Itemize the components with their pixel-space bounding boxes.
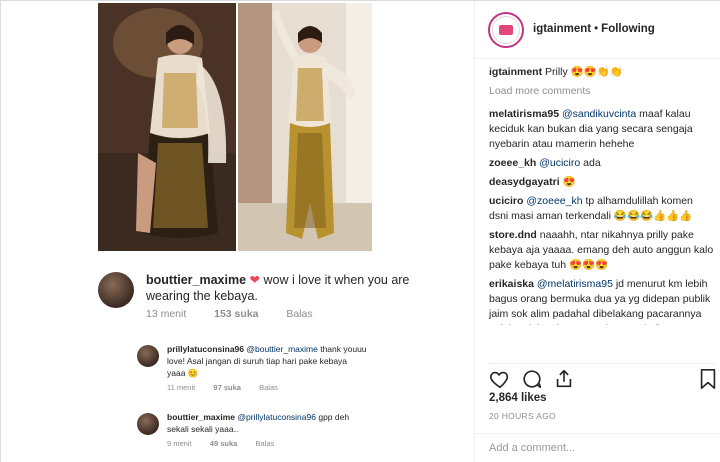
avatar[interactable] bbox=[98, 272, 134, 308]
embedded-main-comment: bouttier_maxime ❤ wow i love it when you… bbox=[98, 266, 428, 346]
comment-username[interactable]: uciciro bbox=[489, 195, 523, 207]
reply-time: 11 menit bbox=[167, 383, 196, 392]
comment-mention[interactable]: @melatirisma95 bbox=[537, 278, 613, 290]
reply-mention[interactable]: @prillylatuconsina96 bbox=[237, 412, 316, 422]
likes-count[interactable]: 2,864 likes bbox=[489, 392, 547, 404]
embedded-reply: prillylatuconsina96 @bouttier_maxime tha… bbox=[137, 341, 467, 392]
avatar[interactable] bbox=[137, 413, 159, 435]
brand-logo-icon bbox=[492, 16, 520, 44]
comment-username[interactable]: deasydgayatri bbox=[489, 176, 560, 188]
header-separator: • bbox=[594, 23, 599, 35]
reply-username[interactable]: bouttier_maxime bbox=[167, 412, 235, 422]
photo-left bbox=[98, 3, 236, 251]
caption: igtainment Prilly 😍😍👏👏 bbox=[489, 65, 715, 80]
comment-bubble-icon[interactable] bbox=[521, 368, 543, 390]
embedded-reply: bouttier_maxime @prillylatuconsina96 gpp… bbox=[137, 409, 467, 453]
add-comment-input[interactable] bbox=[489, 442, 699, 454]
list-item: deasydgayatri 😍 bbox=[489, 175, 715, 190]
list-item: zoeee_kh @uciciro ada bbox=[489, 156, 715, 171]
figure-standing-illustration bbox=[238, 3, 372, 251]
figure-seated-illustration bbox=[98, 3, 236, 251]
photo-right bbox=[238, 3, 372, 251]
reply-time: 9 menit bbox=[167, 439, 192, 448]
reply-link[interactable]: Balas bbox=[256, 439, 275, 448]
load-more-comments[interactable]: Load more comments bbox=[489, 84, 715, 99]
comment-username[interactable]: melatirisma95 bbox=[489, 108, 559, 120]
reply-username[interactable]: prillylatuconsina96 bbox=[167, 344, 244, 354]
action-bar bbox=[489, 363, 717, 391]
list-item: melatirisma95 @sandikuvcinta maaf kalau … bbox=[489, 107, 715, 152]
list-item: store.dnd naaahh, ntar nikahnya prilly p… bbox=[489, 228, 715, 273]
reply-mention[interactable]: @bouttier_maxime bbox=[246, 344, 317, 354]
post-media[interactable]: bouttier_maxime ❤ wow i love it when you… bbox=[1, 1, 475, 462]
photo-collage bbox=[98, 3, 372, 251]
comment-username[interactable]: erikaiska bbox=[489, 278, 534, 290]
post-header: igtainment • Following bbox=[475, 1, 720, 59]
reply-likes[interactable]: 97 suka bbox=[213, 383, 241, 392]
caption-username[interactable]: igtainment bbox=[489, 66, 542, 78]
comment-text: 😍 bbox=[559, 176, 576, 188]
comment-time: 13 menit bbox=[146, 308, 187, 320]
comment-mention[interactable]: @uciciro bbox=[539, 157, 580, 169]
post-side-panel: igtainment • Following igtainment Prilly 😍… bbox=[475, 1, 720, 462]
instagram-post: bouttier_maxime ❤ wow i love it when you… bbox=[0, 0, 720, 462]
post-timestamp[interactable]: 20 HOURS AGO bbox=[489, 411, 556, 421]
reply-link[interactable]: Balas bbox=[259, 383, 278, 392]
following-button[interactable]: Following bbox=[601, 23, 655, 35]
profile-avatar[interactable] bbox=[488, 12, 524, 48]
comment-likes[interactable]: 153 suka bbox=[214, 308, 258, 320]
comment-username[interactable]: zoeee_kh bbox=[489, 157, 536, 169]
comment-mention[interactable]: @sandikuvcinta bbox=[562, 108, 636, 120]
avatar[interactable] bbox=[137, 345, 159, 367]
like-heart-icon[interactable] bbox=[489, 368, 511, 390]
list-item: erikaiska @melatirisma95 jd menurut km l… bbox=[489, 277, 715, 325]
bookmark-icon[interactable] bbox=[699, 368, 717, 390]
comment-username[interactable]: store.dnd bbox=[489, 229, 537, 241]
comment-username[interactable]: bouttier_maxime bbox=[146, 273, 246, 287]
list-item: uciciro @zoeee_kh tp alhamdulillah komen… bbox=[489, 194, 715, 224]
share-icon[interactable] bbox=[553, 368, 575, 390]
caption-text: Prilly 😍😍👏👏 bbox=[545, 66, 623, 78]
comment-mention[interactable]: @zoeee_kh bbox=[526, 195, 582, 207]
header-username[interactable]: igtainment bbox=[533, 23, 591, 35]
comments-list: igtainment Prilly 😍😍👏👏 Load more comment… bbox=[489, 65, 715, 329]
reply-likes[interactable]: 49 suka bbox=[210, 439, 238, 448]
add-comment-section bbox=[475, 433, 720, 462]
reply-link[interactable]: Balas bbox=[286, 308, 312, 320]
heart-icon: ❤ bbox=[249, 273, 260, 287]
comment-text: ada bbox=[580, 157, 601, 169]
